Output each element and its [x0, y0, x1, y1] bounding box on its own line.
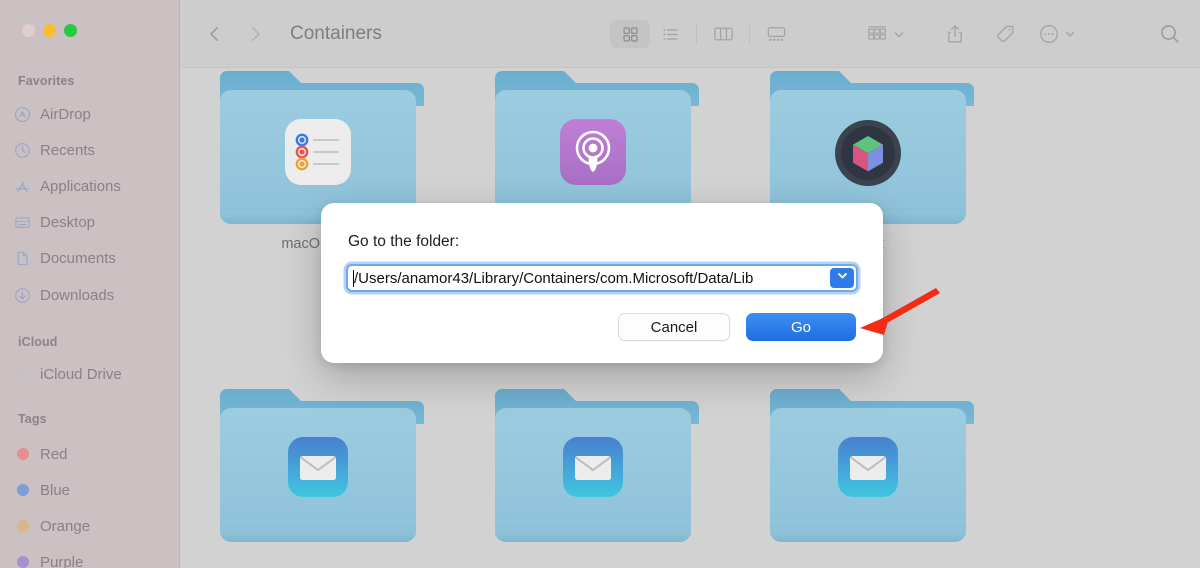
dialog-title: Go to the folder: — [348, 233, 460, 250]
path-dropdown-button[interactable] — [830, 268, 854, 288]
airdrop-icon — [14, 106, 31, 123]
cloud-icon — [14, 366, 31, 383]
tag-button[interactable] — [990, 19, 1020, 49]
mail-icon — [562, 436, 624, 503]
sidebar-item-label: Orange — [40, 517, 91, 535]
sidebar-item-label: iCloud Drive — [40, 365, 122, 383]
sidebar-item-desktop[interactable]: Desktop — [14, 209, 174, 235]
sidebar-item-label: Recents — [40, 141, 96, 159]
sidebar-item-label: Applications — [40, 177, 121, 195]
mail-icon — [287, 436, 349, 503]
search-button[interactable] — [1155, 19, 1185, 49]
chevron-down-icon — [836, 269, 849, 287]
sidebar-item-label: AirDrop — [40, 105, 91, 123]
sidebar-section-icloud: iCloud — [18, 335, 58, 349]
podcasts-icon — [559, 118, 627, 191]
icon-view-button[interactable] — [610, 20, 650, 48]
chevron-down-icon — [1064, 28, 1076, 40]
folder-item[interactable] — [212, 378, 424, 550]
sidebar-item-applications[interactable]: Applications — [14, 173, 174, 199]
column-view-button[interactable] — [703, 20, 743, 48]
folder-item[interactable] — [762, 378, 974, 550]
maximize-button[interactable] — [64, 24, 77, 37]
group-by-button[interactable] — [865, 24, 905, 45]
more-options-button[interactable] — [1038, 23, 1076, 45]
toolbar-divider — [749, 24, 750, 44]
breadcrumb[interactable]: Containers — [290, 23, 382, 45]
clock-icon — [14, 142, 31, 159]
group-by-icon — [865, 24, 889, 45]
sidebar-section-tags: Tags — [18, 412, 47, 426]
sidebar-item-icloud-drive[interactable]: iCloud Drive — [14, 361, 174, 387]
appstore-icon — [14, 178, 31, 195]
view-mode-segmented-control — [610, 20, 796, 48]
folder-item[interactable] — [487, 378, 699, 550]
sidebar-item-label: Blue — [40, 481, 71, 499]
traffic-lights — [22, 24, 77, 37]
desktop-icon — [14, 214, 31, 231]
toolbar: Containers — [180, 0, 1200, 68]
sidebar-item-label: Purple — [40, 553, 84, 568]
back-button[interactable] — [202, 21, 228, 47]
close-button[interactable] — [22, 24, 35, 37]
sidebar-item-label: Documents — [40, 249, 116, 267]
list-view-button[interactable] — [650, 20, 690, 48]
sidebar-item-tag-purple[interactable]: Purple — [14, 549, 174, 568]
tag-dot-icon — [14, 518, 31, 535]
sidebar-item-documents[interactable]: Documents — [14, 245, 174, 271]
folder-path-input[interactable]: /Users/anamor43/Library/Containers/com.M… — [346, 264, 858, 292]
sidebar-item-tag-blue[interactable]: Blue — [14, 477, 174, 503]
sidebar-item-label: Red — [40, 445, 68, 463]
toolbar-divider — [696, 24, 697, 44]
ellipsis-circle-icon — [1038, 23, 1060, 45]
minimize-button[interactable] — [43, 24, 56, 37]
forward-button[interactable] — [242, 21, 268, 47]
tag-dot-icon — [14, 482, 31, 499]
gallery-view-button[interactable] — [756, 20, 796, 48]
go-button[interactable]: Go — [746, 313, 856, 341]
sidebar-item-label: Downloads — [40, 286, 115, 304]
share-button[interactable] — [940, 19, 970, 49]
go-to-folder-dialog: Go to the folder: /Users/anamor43/Librar… — [321, 203, 883, 363]
download-icon — [14, 287, 31, 304]
tag-dot-icon — [14, 554, 31, 568]
sidebar-item-downloads[interactable]: Downloads — [14, 282, 174, 308]
reminders-icon — [284, 118, 352, 191]
finder-window: Favorites AirDrop Recents Applications D… — [0, 0, 1200, 568]
sidebar: Favorites AirDrop Recents Applications D… — [0, 0, 180, 568]
cancel-button[interactable]: Cancel — [618, 313, 730, 341]
folder-path-value: /Users/anamor43/Library/Containers/com.M… — [354, 270, 754, 286]
cube-icon — [833, 118, 903, 193]
sidebar-item-tag-red[interactable]: Red — [14, 441, 174, 467]
sidebar-section-favorites: Favorites — [18, 74, 75, 88]
document-icon — [14, 250, 31, 267]
mail-icon — [837, 436, 899, 503]
tag-dot-icon — [14, 446, 31, 463]
sidebar-item-tag-orange[interactable]: Orange — [14, 513, 174, 539]
sidebar-item-label: Desktop — [40, 213, 96, 231]
sidebar-item-recents[interactable]: Recents — [14, 137, 174, 163]
sidebar-item-airdrop[interactable]: AirDrop — [14, 101, 174, 127]
chevron-down-icon — [893, 28, 905, 40]
